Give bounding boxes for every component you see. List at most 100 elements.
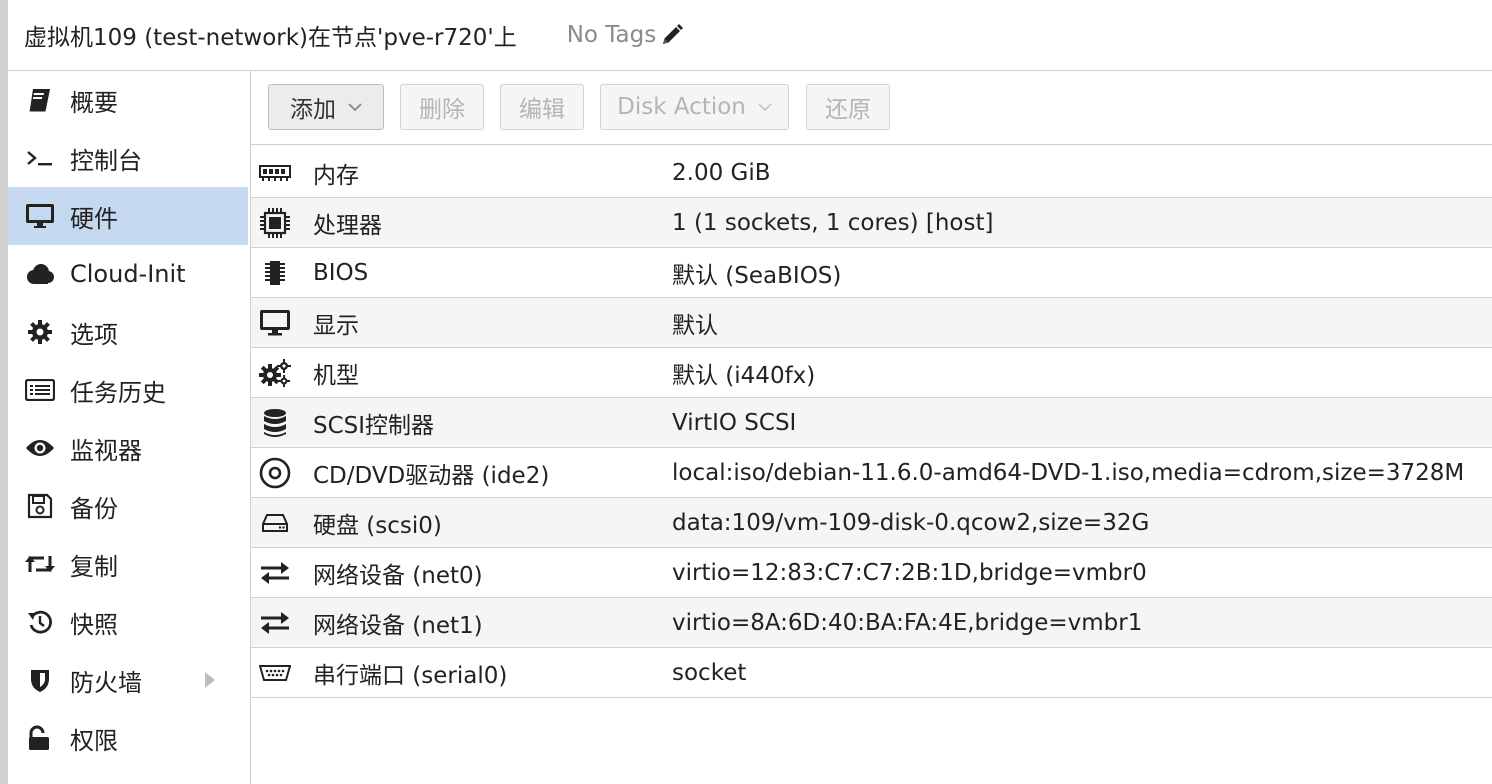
serial-port-icon	[259, 657, 291, 689]
hardware-row-processor[interactable]: 处理器 1 (1 sockets, 1 cores) [host]	[251, 198, 1492, 248]
sidebar-item-cloud-init[interactable]: Cloud-Init	[8, 245, 250, 303]
sidebar-item-permissions[interactable]: 权限	[8, 709, 250, 767]
sidebar-item-label: 备份	[70, 494, 118, 523]
list-icon	[24, 374, 56, 406]
hardware-row-serial0[interactable]: 串行端口 (serial0) socket	[251, 648, 1492, 698]
desktop-icon	[24, 200, 56, 232]
submenu-arrow-icon[interactable]	[204, 671, 216, 689]
page-title: 虚拟机109 (test-network)在节点'pve-r720'上	[24, 25, 517, 51]
hardware-name: 网络设备 (net0)	[313, 562, 483, 589]
hardware-name: 处理器	[313, 212, 382, 239]
sidebar-item-console[interactable]: 控制台	[8, 129, 250, 187]
hardware-name: SCSI控制器	[313, 412, 435, 439]
sidebar-item-firewall[interactable]: 防火墙	[8, 651, 250, 709]
hardware-row-scsi-controller[interactable]: SCSI控制器 VirtIO SCSI	[251, 398, 1492, 448]
hardware-value: data:109/vm-109-disk-0.qcow2,size=32G	[672, 509, 1150, 536]
hardware-row-net0[interactable]: 网络设备 (net0) virtio=12:83:C7:C7:2B:1D,bri…	[251, 548, 1492, 598]
sidebar-item-monitor[interactable]: 监视器	[8, 419, 250, 477]
hardware-grid: 内存 2.00 GiB 处理器 1 (1 sockets, 1 cores) […	[251, 148, 1492, 698]
floppy-icon	[24, 490, 56, 522]
chevron-down-icon	[348, 103, 362, 112]
hardware-value: 默认 (i440fx)	[672, 362, 816, 389]
hardware-value: socket	[672, 659, 747, 686]
hardware-row-display[interactable]: 显示 默认	[251, 298, 1492, 348]
desktop-icon	[259, 307, 291, 339]
cogs-icon	[259, 357, 291, 389]
sidebar-item-snapshots[interactable]: 快照	[8, 593, 250, 651]
sidebar-item-label: 选项	[70, 320, 118, 349]
title-bar: 虚拟机109 (test-network)在节点'pve-r720'上 No T…	[8, 0, 1492, 71]
pencil-icon[interactable]	[660, 23, 684, 47]
tags-label: No Tags	[566, 22, 657, 48]
hardware-value: 1 (1 sockets, 1 cores) [host]	[672, 209, 994, 236]
sidebar-item-options[interactable]: 选项	[8, 303, 250, 361]
hardware-value: 2.00 GiB	[672, 159, 771, 186]
sidebar-item-hardware[interactable]: 硬件	[8, 187, 248, 245]
gear-icon	[24, 316, 56, 348]
hdd-icon	[259, 507, 291, 539]
revert-button[interactable]: 还原	[806, 84, 890, 130]
hardware-name: 硬盘 (scsi0)	[313, 512, 442, 539]
database-icon	[259, 407, 291, 439]
sidebar-item-replication[interactable]: 复制	[8, 535, 250, 593]
hardware-name: 串行端口 (serial0)	[313, 662, 508, 689]
history-icon	[24, 606, 56, 638]
exchange-icon	[259, 557, 291, 589]
hardware-value: 默认 (SeaBIOS)	[672, 262, 842, 289]
hardware-name: 机型	[313, 362, 359, 389]
add-button-label: 添加	[290, 97, 336, 123]
sidebar-item-backup[interactable]: 备份	[8, 477, 250, 535]
edit-button[interactable]: 编辑	[500, 84, 584, 130]
sidebar-item-label: Cloud-Init	[70, 260, 186, 288]
book-icon	[24, 84, 56, 116]
hardware-row-memory[interactable]: 内存 2.00 GiB	[251, 148, 1492, 198]
sidebar-item-label: 快照	[70, 610, 118, 639]
hardware-value: VirtIO SCSI	[672, 409, 797, 436]
sidebar-nav: 概要 控制台 硬件 Cloud-Init 选项 任务历史 监视器 备份 复制 快…	[8, 71, 251, 784]
sidebar-item-label: 概要	[70, 88, 118, 117]
cdrom-icon	[259, 457, 291, 489]
sidebar-item-label: 复制	[70, 552, 118, 581]
cloud-icon	[24, 258, 56, 290]
sidebar-item-label: 防火墙	[70, 668, 142, 697]
hardware-name: BIOS	[313, 259, 369, 286]
memory-icon	[259, 157, 291, 189]
hardware-value: virtio=8A:6D:40:BA:FA:4E,bridge=vmbr1	[672, 609, 1143, 636]
hardware-row-bios[interactable]: BIOS 默认 (SeaBIOS)	[251, 248, 1492, 298]
chevron-down-icon	[758, 103, 772, 112]
hardware-name: CD/DVD驱动器 (ide2)	[313, 462, 550, 489]
eye-icon	[24, 432, 56, 464]
sidebar-item-label: 硬件	[70, 204, 118, 233]
hardware-name: 显示	[313, 312, 359, 339]
sidebar-item-label: 权限	[70, 726, 118, 755]
remove-button[interactable]: 删除	[400, 84, 484, 130]
hardware-row-net1[interactable]: 网络设备 (net1) virtio=8A:6D:40:BA:FA:4E,bri…	[251, 598, 1492, 648]
hardware-row-hard-disk[interactable]: 硬盘 (scsi0) data:109/vm-109-disk-0.qcow2,…	[251, 498, 1492, 548]
disk-action-button-label: Disk Action	[617, 94, 746, 120]
hardware-row-cdrom[interactable]: CD/DVD驱动器 (ide2) local:iso/debian-11.6.0…	[251, 448, 1492, 498]
terminal-icon	[24, 142, 56, 174]
hardware-value: local:iso/debian-11.6.0-amd64-DVD-1.iso,…	[672, 459, 1465, 486]
tags-editor[interactable]: No Tags	[567, 22, 685, 48]
hardware-name: 内存	[313, 162, 359, 189]
chip-icon	[259, 257, 291, 289]
hardware-value: 默认	[672, 312, 718, 339]
unlock-icon	[24, 722, 56, 754]
retweet-icon	[24, 548, 56, 580]
sidebar-item-label: 任务历史	[70, 378, 166, 407]
sidebar-item-label: 控制台	[70, 146, 142, 175]
hardware-row-machine[interactable]: 机型 默认 (i440fx)	[251, 348, 1492, 398]
sidebar-item-label: 监视器	[70, 436, 142, 465]
add-button[interactable]: 添加	[268, 84, 384, 130]
sidebar-item-summary[interactable]: 概要	[8, 71, 250, 129]
hardware-toolbar: 添加 删除 编辑 Disk Action 还原	[251, 71, 1492, 145]
cpu-icon	[259, 207, 291, 239]
exchange-icon	[259, 607, 291, 639]
revert-button-label: 还原	[825, 97, 871, 123]
remove-button-label: 删除	[419, 97, 465, 123]
left-edge-border	[0, 0, 8, 784]
disk-action-button[interactable]: Disk Action	[600, 84, 789, 130]
edit-button-label: 编辑	[519, 97, 565, 123]
sidebar-item-task-history[interactable]: 任务历史	[8, 361, 250, 419]
hardware-name: 网络设备 (net1)	[313, 612, 483, 639]
